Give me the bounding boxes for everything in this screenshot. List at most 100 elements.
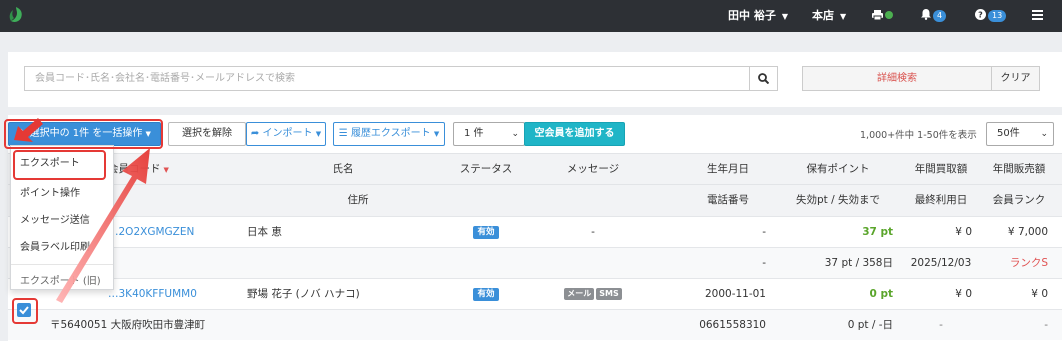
annotation-highlight-bulk-action bbox=[4, 119, 163, 149]
message-cell: - bbox=[591, 226, 595, 238]
column-header-annual-sales: 年間販売額 bbox=[992, 163, 1046, 175]
column-header-birthday: 生年月日 bbox=[707, 163, 749, 175]
list-icon: ☰ bbox=[338, 128, 348, 139]
user-menu[interactable]: 田中 裕子 ▼ bbox=[728, 0, 788, 32]
caret-down-icon: ▼ bbox=[315, 130, 322, 138]
column-header-expiry: 失効pt / 失効まで bbox=[796, 194, 880, 206]
chevron-down-icon: ⌄ bbox=[1040, 129, 1048, 139]
member-list-panel: ✎ 選択中の 1件 を一括操作 ▼ 選択を解除 ➦ インポート ▼ ☰ 履歴エク… bbox=[8, 115, 1062, 341]
clear-search-button[interactable]: クリア bbox=[991, 66, 1040, 91]
birthday-cell: - bbox=[762, 226, 766, 238]
column-header-last-used: 最終利用日 bbox=[914, 194, 968, 206]
column-header-points: 保有ポイント bbox=[806, 163, 870, 175]
status-badge: 有効 bbox=[473, 288, 499, 301]
menu-item-print-member-label[interactable]: 会員ラベル印刷 bbox=[11, 235, 113, 260]
points-cell: 0 pt bbox=[869, 288, 894, 300]
rank-cell: - bbox=[1044, 319, 1048, 331]
per-page-select[interactable]: 50件 ⌄ bbox=[986, 122, 1054, 146]
notifications-count-badge: 4 bbox=[933, 10, 947, 22]
app-logo-icon[interactable] bbox=[9, 7, 23, 23]
column-header-rank: 会員ランク bbox=[992, 194, 1046, 206]
per-page-value: 50件 bbox=[997, 128, 1020, 139]
last-used-cell: 2025/12/03 bbox=[910, 257, 972, 269]
store-menu[interactable]: 本店 ▼ bbox=[812, 0, 846, 32]
member-search-input[interactable]: 会員コード･氏名･会社名･電話番号･メールアドレスで検索 bbox=[24, 66, 749, 91]
last-used-cell: - bbox=[939, 319, 943, 331]
bell-icon bbox=[921, 9, 931, 20]
table-header-row: 住所 電話番号 失効pt / 失効まで 最終利用日 会員ランク bbox=[8, 184, 1062, 216]
search-icon bbox=[758, 73, 769, 84]
chevron-down-icon: ⌄ bbox=[511, 129, 519, 139]
search-button[interactable] bbox=[749, 66, 778, 91]
table-row[interactable]: …3K40KFFUMM0 野場 花子 (ノバ ハナコ) 有効 メール SMS 20… bbox=[8, 278, 1062, 309]
rank-cell: ランクS bbox=[1009, 257, 1048, 269]
annual-sales-cell: ¥ 0 bbox=[1031, 288, 1048, 300]
printer-connected-indicator bbox=[885, 11, 893, 19]
menu-item-legacy-export[interactable]: エクスポート (旧) bbox=[11, 269, 113, 294]
table-row[interactable]: …2O2XGMGZEN 日本 恵 有効 - - 37 pt ¥ 0 ¥ 7,00… bbox=[8, 216, 1062, 247]
vacant-count-value: 1 件 bbox=[464, 128, 484, 139]
annual-sales-cell: ¥ 7,000 bbox=[1007, 226, 1048, 238]
annual-purchase-cell: ¥ 0 bbox=[955, 288, 972, 300]
table-row[interactable]: - 37 pt / 358日 2025/12/03 ランクS bbox=[8, 247, 1062, 278]
menu-divider bbox=[11, 264, 113, 265]
column-header-member-code[interactable]: 会員コード ▼ bbox=[108, 154, 169, 185]
import-button[interactable]: ➦ インポート ▼ bbox=[246, 122, 326, 146]
notifications-button[interactable]: 4 bbox=[921, 0, 947, 32]
table-row[interactable]: 〒5640051 大阪府吹田市豊津町 0661558310 0 pt / -日 … bbox=[8, 309, 1062, 340]
store-name: 本店 bbox=[812, 9, 834, 22]
history-export-label: 履歴エクスポート bbox=[350, 128, 431, 139]
status-badge: 有効 bbox=[473, 226, 499, 239]
sms-tag: SMS bbox=[596, 288, 622, 300]
search-panel: 会員コード･氏名･会社名･電話番号･メールアドレスで検索 詳細検索 クリア bbox=[8, 52, 1062, 107]
mail-tag: メール bbox=[564, 288, 595, 300]
help-button[interactable]: ? 13 bbox=[975, 0, 1007, 32]
vacant-count-select[interactable]: 1 件 ⌄ bbox=[453, 122, 525, 146]
sort-caret-icon: ▼ bbox=[163, 166, 169, 174]
table-header-row: 会員コード ▼ 氏名 ステータス メッセージ 生年月日 保有ポイント 年間買取額 … bbox=[8, 153, 1062, 185]
member-name: 日本 恵 bbox=[247, 226, 282, 238]
phone-cell: 0661558310 bbox=[699, 319, 766, 331]
member-code-link[interactable]: …3K40KFFUMM0 bbox=[108, 279, 197, 309]
status-cell: 有効 bbox=[451, 279, 521, 309]
clear-selection-button[interactable]: 選択を解除 bbox=[168, 122, 246, 146]
points-cell: 37 pt bbox=[862, 226, 893, 238]
column-header-address: 住所 bbox=[347, 194, 369, 206]
annual-purchase-cell: ¥ 0 bbox=[955, 226, 972, 238]
message-cell: メール SMS bbox=[558, 279, 628, 309]
annotation-highlight-checkbox bbox=[12, 298, 38, 324]
printer-icon bbox=[872, 10, 883, 21]
help-count-badge: 13 bbox=[988, 10, 1007, 22]
menu-item-send-message[interactable]: メッセージ送信 bbox=[11, 208, 113, 233]
detail-search-button[interactable]: 詳細検索 bbox=[802, 66, 992, 91]
hamburger-menu-icon bbox=[1032, 10, 1043, 20]
status-cell: 有効 bbox=[451, 217, 521, 247]
add-vacant-member-button[interactable]: 空会員を追加する bbox=[524, 122, 625, 146]
chevron-down-icon: ▼ bbox=[781, 12, 788, 21]
chevron-down-icon: ▼ bbox=[840, 12, 847, 21]
svg-text:?: ? bbox=[978, 11, 983, 20]
share-arrow-icon: ➦ bbox=[250, 128, 260, 139]
expiry-cell: 37 pt / 358日 bbox=[824, 257, 893, 269]
member-name: 野場 花子 (ノバ ハナコ) bbox=[247, 288, 360, 300]
birthday-cell: 2000-11-01 bbox=[704, 288, 766, 300]
column-header-member-code-label: 会員コード bbox=[108, 163, 161, 175]
column-header-name: 氏名 bbox=[332, 163, 354, 175]
printer-status[interactable] bbox=[872, 0, 893, 32]
phone-cell: - bbox=[762, 257, 766, 269]
import-label: インポート bbox=[262, 128, 313, 139]
paging-info: 1,000+件中 1-50件を表示 bbox=[860, 130, 977, 141]
annotation-highlight-export bbox=[13, 150, 106, 180]
history-export-button[interactable]: ☰ 履歴エクスポート ▼ bbox=[333, 122, 445, 146]
top-navbar: 田中 裕子 ▼ 本店 ▼ 4 ? 13 bbox=[0, 0, 1062, 32]
column-header-annual-purchase: 年間買取額 bbox=[914, 163, 968, 175]
member-code-link[interactable]: …2O2XGMGZEN bbox=[108, 217, 194, 247]
user-name: 田中 裕子 bbox=[728, 9, 776, 22]
caret-down-icon: ▼ bbox=[433, 130, 440, 138]
column-header-status: ステータス bbox=[459, 163, 513, 175]
menu-item-point-operation[interactable]: ポイント操作 bbox=[11, 181, 113, 206]
column-header-phone: 電話番号 bbox=[707, 194, 749, 206]
main-menu-button[interactable] bbox=[1032, 0, 1043, 32]
question-circle-icon: ? bbox=[975, 9, 986, 20]
expiry-cell: 0 pt / -日 bbox=[847, 319, 893, 331]
